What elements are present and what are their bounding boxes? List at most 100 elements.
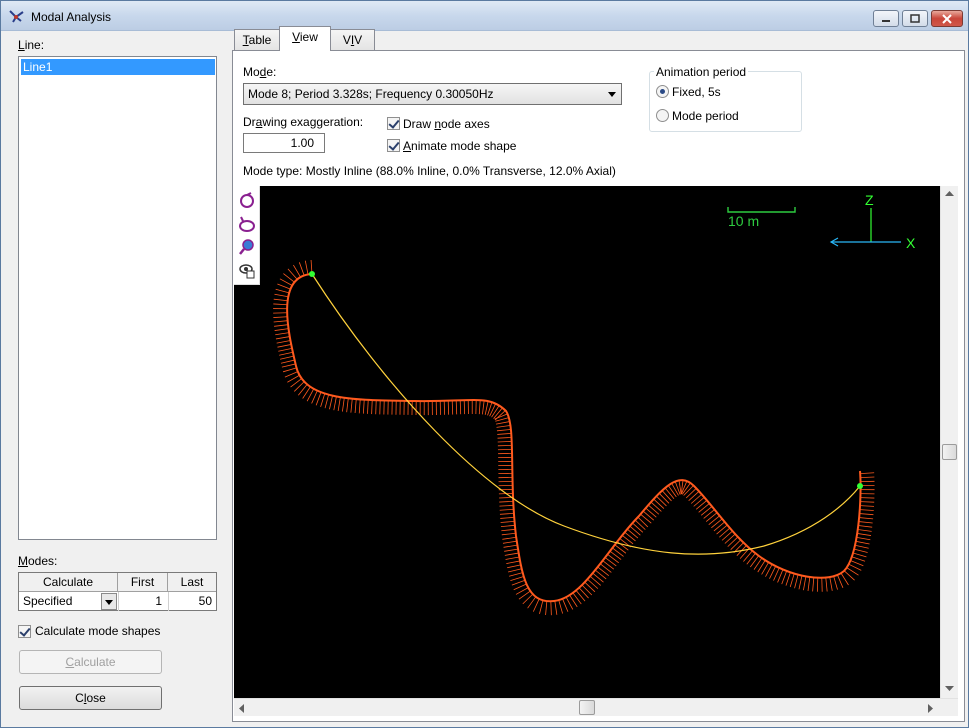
node-axis-tick (632, 522, 644, 533)
node-axis-tick (274, 328, 289, 331)
node-axis-tick (554, 600, 558, 615)
close-window-button[interactable] (931, 10, 963, 27)
node-axis-tick (499, 504, 514, 507)
node-axis-tick (315, 392, 322, 406)
node-axis-tick (743, 550, 753, 562)
view-settings-icon[interactable] (238, 261, 256, 279)
node-axis-tick (781, 570, 788, 585)
table-header-first: First (118, 573, 168, 592)
vertical-scroll-thumb[interactable] (942, 444, 957, 460)
node-axis-tick (859, 509, 874, 511)
node-axis-tick (505, 556, 520, 560)
end-node-b (857, 483, 863, 489)
tab-view[interactable]: View (279, 26, 331, 51)
mode-shape-drawing: 10 m Z X (273, 192, 916, 616)
calculate-button[interactable]: Calculate (19, 650, 162, 674)
mode-shape-curve (286, 273, 862, 603)
node-axis-tick (324, 394, 330, 409)
tab-viv[interactable]: VIV (330, 29, 375, 51)
zoom-icon[interactable] (238, 238, 256, 256)
window-title: Modal Analysis (31, 10, 112, 24)
table-header-last: Last (168, 573, 216, 592)
node-axis-tick (337, 397, 341, 412)
node-axis-tick (671, 483, 679, 496)
horizontal-scroll-thumb[interactable] (579, 700, 595, 715)
calculate-dropdown-button[interactable] (101, 593, 117, 610)
rotate-icon[interactable] (238, 191, 256, 209)
animation-period-title: Animation period (654, 65, 749, 79)
node-axis-tick (807, 576, 811, 591)
table-header-calculate: Calculate (19, 573, 118, 592)
node-axis-tick (695, 500, 708, 510)
horizontal-scrollbar[interactable] (234, 698, 958, 716)
tab-table[interactable]: Table (234, 29, 280, 51)
node-axis-tick (664, 487, 675, 500)
close-button[interactable]: Close (19, 686, 162, 710)
node-axis-tick (584, 581, 596, 593)
node-axis-tick (504, 548, 519, 552)
scale-label: 10 m (728, 213, 759, 229)
minimize-button[interactable] (873, 10, 899, 27)
line-label: Line: (18, 38, 45, 52)
restore-icon (910, 14, 920, 23)
node-axis-tick (746, 553, 756, 565)
scroll-right-icon[interactable] (928, 704, 934, 713)
first-mode-cell[interactable]: 1 (118, 592, 168, 611)
x-axis-label: X (906, 235, 916, 251)
node-axis-tick (501, 532, 516, 536)
mode-period-radio[interactable] (656, 109, 669, 122)
calculate-mode-shapes-checkbox[interactable] (18, 625, 31, 638)
node-axis-tick (278, 347, 293, 352)
mode-select[interactable]: Mode 8; Period 3.328s; Frequency 0.30050… (243, 83, 622, 105)
node-axis-tick (274, 293, 289, 298)
animate-mode-shape-label: Animate mode shape (403, 139, 517, 153)
node-axis-tick (282, 367, 297, 373)
node-axis-tick (362, 399, 365, 414)
title-bar: Modal Analysis (1, 1, 968, 31)
node-axis-tick (698, 503, 710, 513)
rotate-reverse-icon[interactable] (238, 215, 256, 233)
animate-mode-shape-checkbox[interactable] (387, 139, 400, 152)
view-toolstrip (234, 186, 260, 285)
node-axis-tick (667, 485, 677, 498)
node-axis-tick (812, 577, 815, 592)
exaggeration-input[interactable]: 1.00 (243, 133, 325, 153)
node-axis-tick (562, 598, 569, 612)
node-axis-tick (840, 572, 849, 586)
node-axis-tick (502, 536, 517, 540)
node-axis-tick (499, 500, 514, 503)
node-axis-tick (510, 576, 524, 582)
node-axis-tick (700, 506, 713, 516)
node-axis-tick (794, 574, 799, 589)
node-axis-tick (298, 262, 305, 276)
node-axis-tick (852, 552, 867, 558)
node-axis-tick (846, 567, 859, 576)
node-axis-tick (848, 563, 862, 571)
scroll-down-icon[interactable] (945, 686, 954, 692)
scroll-up-icon[interactable] (945, 191, 954, 197)
node-axis-tick (482, 400, 485, 415)
node-axis-tick (276, 340, 291, 344)
fixed-period-radio[interactable] (656, 85, 669, 98)
node-axis-tick (621, 534, 634, 545)
node-axis-tick (713, 521, 725, 532)
calculate-mode-cell[interactable]: Specified (23, 592, 103, 611)
node-axis-tick (277, 344, 292, 348)
vertical-scrollbar[interactable] (940, 186, 958, 698)
close-icon (942, 13, 952, 24)
last-mode-cell[interactable]: 50 (168, 592, 216, 611)
node-axis-tick (333, 396, 337, 411)
node-axis-tick (716, 524, 728, 535)
node-axis-tick (607, 554, 619, 564)
node-axis-tick (858, 525, 873, 528)
draw-node-axes-checkbox[interactable] (387, 117, 400, 130)
scroll-left-icon[interactable] (239, 704, 245, 713)
restore-button[interactable] (902, 10, 928, 27)
z-axis-label: Z (865, 192, 874, 208)
list-item-line1[interactable]: Line1 (21, 59, 215, 75)
line-list[interactable]: Line1 (18, 56, 217, 540)
node-axis-tick (497, 437, 512, 439)
node-axis-tick (609, 550, 622, 560)
mode-shape-viewport[interactable]: 10 m Z X (234, 186, 940, 698)
node-axis-tick (724, 533, 736, 544)
